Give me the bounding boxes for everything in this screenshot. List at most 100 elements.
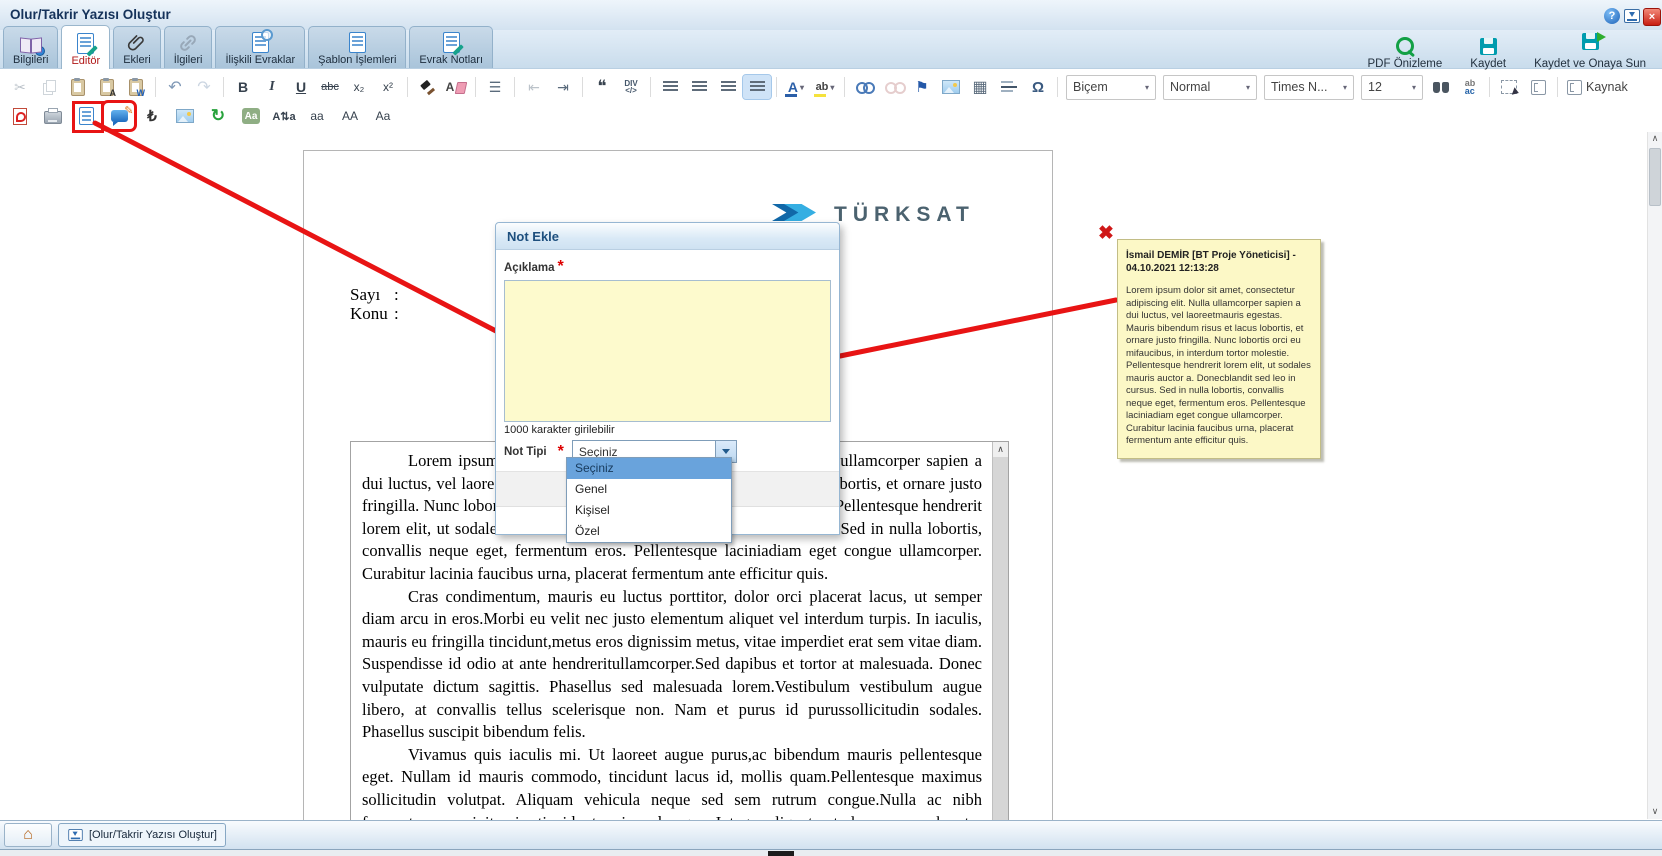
format-painter-button[interactable] bbox=[413, 75, 441, 99]
tab-ekleri[interactable]: Ekleri bbox=[113, 26, 161, 68]
redo-button[interactable]: ↷ bbox=[190, 75, 218, 99]
page-preview-button[interactable] bbox=[72, 104, 100, 128]
option-ozel[interactable]: Özel bbox=[567, 521, 731, 542]
paste-button[interactable] bbox=[64, 75, 92, 99]
pencil-icon: ✎ bbox=[124, 104, 133, 117]
option-genel[interactable]: Genel bbox=[567, 479, 731, 500]
align-center-button[interactable] bbox=[685, 75, 713, 99]
undo-button[interactable]: ↶ bbox=[161, 75, 189, 99]
style-dropdown[interactable]: Biçem▾ bbox=[1066, 75, 1156, 100]
insert-link-button[interactable] bbox=[850, 75, 878, 99]
add-note-button[interactable]: ✎ bbox=[105, 104, 133, 128]
format-dropdown[interactable]: Normal▾ bbox=[1163, 75, 1257, 100]
source-button[interactable]: Kaynak bbox=[1567, 80, 1628, 95]
show-blocks-button[interactable] bbox=[1524, 75, 1552, 99]
align-left-button[interactable] bbox=[656, 75, 684, 99]
align-left-icon bbox=[663, 81, 678, 93]
horizontal-rule-icon bbox=[1001, 81, 1017, 93]
refresh-button[interactable]: ↻ bbox=[204, 104, 232, 128]
lowercase-button[interactable]: aa bbox=[303, 104, 331, 128]
decrease-indent-button[interactable]: ⇤ bbox=[520, 75, 548, 99]
font-dropdown[interactable]: Times N...▾ bbox=[1264, 75, 1354, 100]
insert-image2-button[interactable] bbox=[171, 104, 199, 128]
help-button[interactable]: ? bbox=[1604, 8, 1620, 24]
print-button[interactable] bbox=[39, 104, 67, 128]
tab-evrak-notlari[interactable]: Evrak Notları bbox=[409, 26, 493, 68]
text-region-scrollbar[interactable]: ∧ bbox=[992, 442, 1008, 821]
div-container-button[interactable]: DIV</> bbox=[617, 75, 645, 99]
insert-table-button[interactable]: ▦ bbox=[966, 75, 994, 99]
find-button[interactable] bbox=[1427, 75, 1455, 99]
window-icon bbox=[68, 829, 82, 841]
bold-button[interactable]: B bbox=[229, 75, 257, 99]
select-all-button[interactable] bbox=[1495, 75, 1523, 99]
paste-text-letter: A bbox=[110, 88, 117, 98]
remove-format-button[interactable]: A bbox=[442, 75, 470, 99]
case-style-button[interactable]: Aa bbox=[237, 104, 265, 128]
blockquote-icon: ❝ bbox=[597, 77, 606, 97]
paste-as-text-button[interactable]: A bbox=[93, 75, 121, 99]
anchor-button[interactable]: ⚑ bbox=[908, 75, 936, 99]
close-button[interactable]: × bbox=[1643, 8, 1661, 26]
insert-image-button[interactable] bbox=[937, 75, 965, 99]
taskbar-window-button[interactable]: [Olur/Takrir Yazısı Oluştur] bbox=[58, 823, 226, 847]
scroll-up-arrow[interactable]: ∧ bbox=[1648, 132, 1662, 146]
remove-link-button[interactable] bbox=[879, 75, 907, 99]
scrollbar-thumb[interactable] bbox=[1649, 148, 1661, 206]
underline-button[interactable]: U bbox=[287, 75, 315, 99]
main-scrollbar[interactable]: ∧ ∨ bbox=[1647, 132, 1662, 819]
aciklama-textarea[interactable] bbox=[504, 280, 831, 422]
replace-button[interactable]: abac bbox=[1456, 75, 1484, 99]
konu-field: Konu: bbox=[350, 304, 399, 324]
copy-button[interactable] bbox=[35, 75, 63, 99]
tab-iliskili-evraklar[interactable]: İlişkili Evraklar bbox=[215, 26, 305, 68]
align-right-button[interactable] bbox=[714, 75, 742, 99]
colon: : bbox=[394, 285, 399, 305]
strikethrough-button[interactable]: abc bbox=[316, 75, 344, 99]
option-seciniz[interactable]: Seçiniz bbox=[567, 458, 731, 479]
special-char-button[interactable]: Ω bbox=[1024, 75, 1052, 99]
lira-symbol-button[interactable]: ₺ bbox=[138, 104, 166, 128]
subscript-button[interactable]: x₂ bbox=[345, 75, 373, 99]
uppercase-icon: AA bbox=[342, 109, 358, 123]
pdf-preview-button[interactable]: PDF Önizleme bbox=[1368, 37, 1443, 70]
tab-bilgileri[interactable]: Bilgileri bbox=[3, 26, 58, 68]
superscript-button[interactable]: x² bbox=[374, 75, 402, 99]
titlecase-button[interactable]: Aa bbox=[369, 104, 397, 128]
scroll-down-arrow[interactable]: ∨ bbox=[1648, 805, 1662, 819]
tab-editor[interactable]: Editör bbox=[61, 25, 110, 69]
replace-to-label: ac bbox=[1465, 87, 1476, 95]
tab-ilgileri[interactable]: İlgileri bbox=[164, 26, 213, 68]
scroll-up-arrow[interactable]: ∧ bbox=[993, 442, 1008, 457]
dialog-title: Not Ekle bbox=[507, 229, 559, 244]
increase-indent-button[interactable]: ⇥ bbox=[549, 75, 577, 99]
numbered-list-button[interactable]: ☰ bbox=[481, 75, 509, 99]
cut-button[interactable]: ✂ bbox=[6, 75, 34, 99]
save-button[interactable]: Kaydet bbox=[1470, 38, 1506, 70]
highlight-color-button[interactable]: ab▾ bbox=[811, 75, 839, 99]
paste-from-word-button[interactable]: W bbox=[122, 75, 150, 99]
home-button[interactable]: ⌂ bbox=[4, 823, 52, 847]
document-paragraph: Cras condimentum, mauris eu luctus portt… bbox=[362, 586, 982, 744]
help-icon: ? bbox=[1609, 10, 1616, 22]
linked-document-icon bbox=[252, 32, 269, 53]
collapse-button[interactable] bbox=[1624, 8, 1640, 24]
tab-sablon-islemleri[interactable]: Şablon İşlemleri bbox=[308, 26, 406, 68]
export-pdf-button[interactable] bbox=[6, 104, 34, 128]
toggle-case-button[interactable]: A⇅a bbox=[270, 104, 298, 128]
delete-note-button[interactable]: ✖ bbox=[1098, 222, 1114, 245]
bold-icon: B bbox=[238, 79, 248, 95]
text-color-button[interactable]: A▾ bbox=[782, 75, 810, 99]
horizontal-rule-button[interactable] bbox=[995, 75, 1023, 99]
paste-word-letter: W bbox=[137, 88, 146, 98]
font-size-dropdown[interactable]: 12▾ bbox=[1361, 75, 1423, 100]
justify-button[interactable] bbox=[743, 75, 771, 99]
caret-down-icon: ▾ bbox=[1145, 83, 1149, 92]
save-and-submit-button[interactable]: Kaydet ve Onaya Sun bbox=[1534, 33, 1646, 70]
blockquote-button[interactable]: ❝ bbox=[588, 75, 616, 99]
toolbar-separator bbox=[475, 77, 476, 97]
forward-arrow-icon bbox=[1597, 32, 1606, 42]
option-kisisel[interactable]: Kişisel bbox=[567, 500, 731, 521]
italic-button[interactable]: I bbox=[258, 75, 286, 99]
uppercase-button[interactable]: AA bbox=[336, 104, 364, 128]
